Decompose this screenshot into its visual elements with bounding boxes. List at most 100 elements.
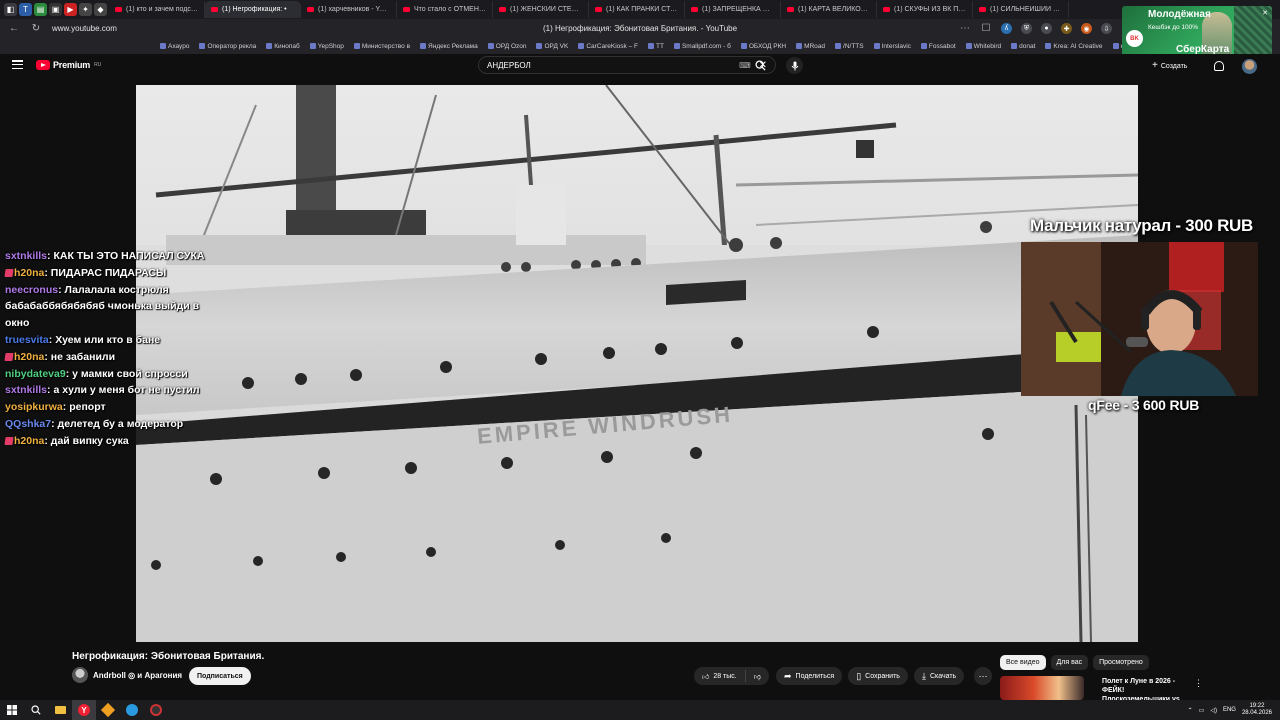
bookmark-item[interactable]: TT <box>647 43 664 50</box>
video-frame-ship: EMPIRE WINDRUSH <box>136 85 1138 642</box>
youtube-favicon-icon <box>691 7 698 12</box>
browser-tab[interactable]: (1) КАК ПРАНКИ СТАЛИ <box>589 1 685 18</box>
bookmark-item[interactable]: Министерство в <box>353 43 410 50</box>
recommended-video-thumbnail[interactable] <box>1000 676 1084 700</box>
bookmark-item[interactable]: YepShop <box>309 43 344 50</box>
extension-icon[interactable]: ◉ <box>1081 23 1092 34</box>
dislike-button[interactable]: 👎︎ <box>746 667 769 685</box>
yandex-browser-icon[interactable]: Y <box>72 700 96 720</box>
bookmark-favicon-icon <box>740 43 747 49</box>
bookmark-item[interactable]: Smallpdf.com - б <box>673 43 731 50</box>
bookmark-label: ОРД Ozon <box>495 42 527 50</box>
recommended-video[interactable]: Полет к Луне в 2026 - ФЕЙК! Плоскоземель… <box>1000 676 1270 712</box>
voice-search-button[interactable] <box>786 57 803 74</box>
bookmark-item[interactable]: Ахауро <box>160 43 189 50</box>
bookmark-favicon-icon <box>647 43 654 49</box>
filter-chip[interactable]: Просмотрено <box>1093 655 1149 670</box>
browser-tab[interactable]: (1) КАРТА ВЕЛИКОГО П <box>781 1 877 18</box>
telegram-icon[interactable] <box>120 700 144 720</box>
create-button[interactable]: + Создать <box>1152 59 1187 73</box>
bookmark-favicon-icon <box>309 43 316 49</box>
bookmark-item[interactable]: ОРД Ozon <box>487 42 527 50</box>
language-indicator[interactable]: ENG <box>1223 707 1236 713</box>
app-icon[interactable] <box>96 700 120 720</box>
volume-icon[interactable]: ◁) <box>1210 707 1217 714</box>
channel-name[interactable]: Andrboll ◎ и Арагония <box>93 671 182 680</box>
bookmark-item[interactable]: Оператор рекла <box>199 43 256 50</box>
bookmark-item[interactable]: Interslavic <box>873 43 911 50</box>
donation-alert-bottom: qFee - 3 600 RUB <box>1088 397 1200 413</box>
bookmark-item[interactable]: ОРД VK <box>536 43 568 50</box>
share-button[interactable]: ➦ Поделиться <box>776 667 843 685</box>
youtube-logo[interactable]: Premium RU <box>36 60 101 70</box>
bookmark-favicon-icon <box>1112 43 1119 49</box>
channel-avatar[interactable] <box>72 667 88 683</box>
bookmark-item[interactable]: Fossabot <box>920 43 956 50</box>
bookmark-icon[interactable]: ☐ <box>980 23 992 34</box>
browser-tab[interactable]: Что стало с ОТМЕНЕН <box>397 1 493 18</box>
pinned-tab-icon[interactable]: ✦ <box>79 3 92 16</box>
thumbs-up-icon: 👍︎ <box>702 673 710 681</box>
network-icon[interactable]: ▭ <box>1199 707 1205 714</box>
chat-message: neecronus: Лалалала кострюля бабабаббябя… <box>5 283 200 330</box>
browser-tab[interactable]: (1) Негрофикация: • <box>205 1 301 18</box>
back-arrow-icon[interactable]: ← <box>8 23 20 34</box>
save-button[interactable]: ▯ Сохранить <box>848 667 908 685</box>
start-menu-icon[interactable] <box>0 700 24 720</box>
url-field[interactable]: www.youtube.com <box>52 24 117 33</box>
pinned-tab-icon[interactable]: ▣ <box>49 3 62 16</box>
video-player[interactable]: EMPIRE WINDRUSH <box>136 85 1138 642</box>
search-icon[interactable] <box>24 700 48 720</box>
notifications-bell-icon[interactable] <box>1214 61 1224 71</box>
search-button[interactable] <box>750 57 770 73</box>
clock[interactable]: 19:22 28.04.2026 <box>1242 703 1272 717</box>
browser-tab[interactable]: (1) харчевников - YouTube <box>301 1 397 18</box>
tab-actions-icon[interactable]: ◧ <box>4 3 17 16</box>
chat-username: neecronus <box>5 283 59 296</box>
menu-icon[interactable] <box>12 60 23 69</box>
bookmark-item[interactable]: donat <box>1011 43 1035 50</box>
bookmark-item[interactable]: Krea: AI Creative <box>1045 43 1103 50</box>
ad-close-icon[interactable]: ✕ <box>1262 9 1268 17</box>
browser-tab[interactable]: (1) ЗАПРЕЩЁНКА МЕСС <box>685 1 781 18</box>
pinned-tab-icon[interactable]: ◆ <box>94 3 107 16</box>
browser-tab[interactable]: (1) ЖЕНСКИЙ СТЕНДАП <box>493 1 589 18</box>
pinned-tab-icon[interactable]: ▶ <box>64 3 77 16</box>
extension-icon[interactable]: ✚ <box>1061 23 1072 34</box>
extension-icon[interactable]: ⇩ <box>1101 23 1112 34</box>
filter-chip[interactable]: Для вас <box>1050 655 1089 670</box>
search-box[interactable]: ⌨ ✕ <box>478 56 776 74</box>
tray-chevron-icon[interactable]: ⌃ <box>1188 707 1193 714</box>
reload-icon[interactable]: ↻ <box>30 23 42 34</box>
bookmark-item[interactable]: Кинопаб <box>266 43 300 50</box>
browser-tab[interactable]: (1) СИЛЬНЕЙШИЙ РОП <box>973 1 1069 18</box>
extension-icon[interactable]: ● <box>1041 23 1052 34</box>
extension-icon[interactable]: ⛨ <box>1021 23 1032 34</box>
subscribe-button[interactable]: Подписаться <box>189 667 251 685</box>
bookmark-item[interactable]: /N/TTS <box>835 43 864 50</box>
browser-tab[interactable]: (1) СКУФЫ ИЗ ВК ПРОБ <box>877 1 973 18</box>
recommended-video-menu-icon[interactable]: ⋮ <box>1194 678 1203 689</box>
more-actions-button[interactable]: ⋯ <box>974 667 992 685</box>
pinned-tab-icon[interactable]: T <box>19 3 32 16</box>
search-input[interactable] <box>487 60 740 70</box>
file-explorer-icon[interactable] <box>48 700 72 720</box>
bookmark-item[interactable]: MRoad <box>796 43 825 50</box>
keyboard-icon[interactable]: ⌨ <box>739 61 751 70</box>
bookmark-item[interactable]: CarCareKiosk – F <box>578 43 638 50</box>
bookmark-item[interactable]: Whitebird <box>965 43 1001 50</box>
like-button[interactable]: 👍︎ 28 тыс. <box>694 667 745 685</box>
browser-tab-bar: ◧ T ▤ ▣ ▶ ✦ ◆ (1) кто и зачем подсадил(1… <box>0 0 1280 19</box>
download-button[interactable]: ⤓ Скачать <box>913 667 965 685</box>
filter-chip[interactable]: Все видео <box>1000 655 1046 670</box>
more-dots-icon[interactable]: ⋯ <box>959 23 971 34</box>
account-avatar[interactable] <box>1242 59 1257 74</box>
browser-tab[interactable]: (1) кто и зачем подсадил <box>109 1 205 18</box>
chat-username: nibydateva9 <box>5 367 66 380</box>
extension-icon[interactable]: ʎ <box>1001 23 1012 34</box>
bookmark-item[interactable]: Яндекс Реклама <box>420 43 478 50</box>
bookmark-label: Яндекс Реклама <box>428 42 478 50</box>
pinned-tab-icon[interactable]: ▤ <box>34 3 47 16</box>
obs-icon[interactable] <box>144 700 168 720</box>
bookmark-item[interactable]: ОБХОД РКН <box>740 43 786 50</box>
